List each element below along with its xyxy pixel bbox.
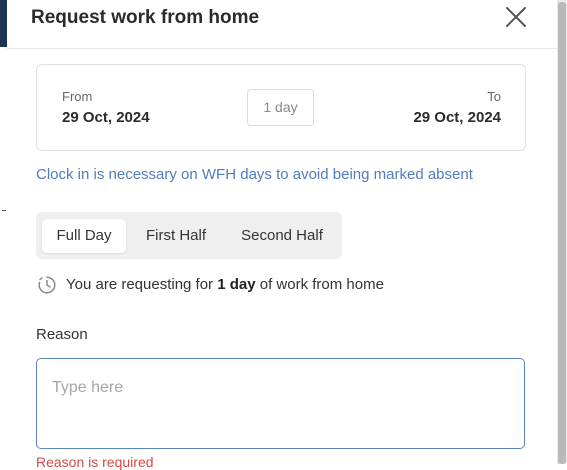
modal-header: Request work from home — [7, 0, 557, 49]
full-day-option[interactable]: Full Day — [42, 219, 126, 253]
duration-badge: 1 day — [247, 89, 314, 126]
summary-suffix: of work from home — [255, 276, 384, 293]
clock-in-notice: Clock in is necessary on WFH days to avo… — [36, 166, 473, 183]
first-half-option[interactable]: First Half — [134, 219, 218, 253]
reason-error: Reason is required — [36, 454, 154, 470]
summary-prefix: You are requesting for — [66, 276, 218, 293]
background-header-strip — [0, 0, 7, 47]
reason-input[interactable] — [36, 358, 525, 449]
summary-text: You are requesting for 1 day of work fro… — [66, 276, 384, 293]
to-label: To — [487, 89, 501, 104]
scrollbar[interactable] — [557, 0, 567, 464]
date-range-card: From 29 Oct, 2024 1 day To 29 Oct, 2024 — [36, 64, 526, 151]
to-date[interactable]: 29 Oct, 2024 — [413, 109, 501, 126]
background-divider — [2, 210, 6, 211]
modal-title: Request work from home — [31, 7, 260, 28]
close-icon[interactable] — [501, 2, 531, 32]
reason-label: Reason — [36, 326, 88, 343]
from-date[interactable]: 29 Oct, 2024 — [62, 109, 150, 126]
summary-highlight: 1 day — [217, 276, 256, 293]
from-label: From — [62, 89, 93, 104]
day-type-selector: Full Day First Half Second Half — [36, 212, 342, 259]
clock-history-icon — [37, 275, 57, 295]
second-half-option[interactable]: Second Half — [228, 219, 336, 253]
background-page-strip — [0, 0, 7, 464]
wfh-request-modal: Request work from home From 29 Oct, 2024… — [7, 0, 557, 470]
scrollbar-thumb[interactable] — [558, 2, 566, 464]
